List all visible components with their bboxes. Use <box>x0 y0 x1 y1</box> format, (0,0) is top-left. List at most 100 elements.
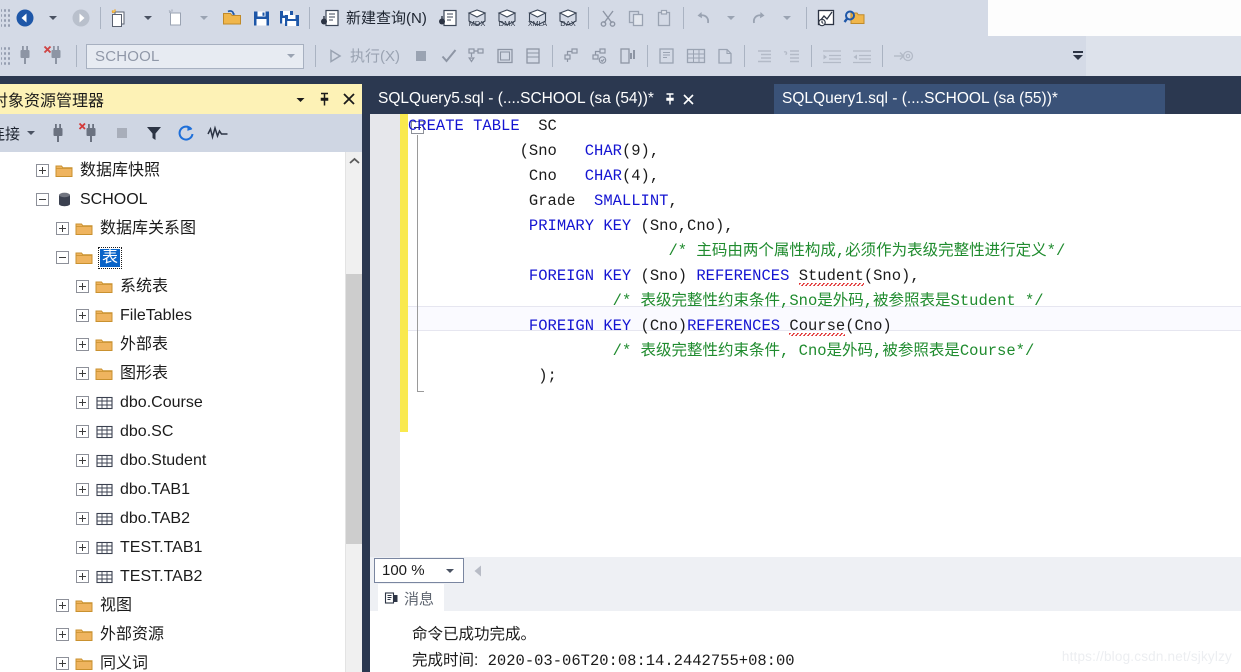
navigate-back-button[interactable] <box>11 3 39 33</box>
tree-node[interactable]: 数据库关系图 <box>0 214 332 243</box>
tree-node[interactable]: FileTables <box>0 301 332 330</box>
tab-sqlquery5[interactable]: SQLQuery5.sql - (....SCHOOL (sa (54))* <box>370 84 702 114</box>
panel-pin-icon[interactable] <box>318 92 331 107</box>
toolbar-grip[interactable] <box>1 45 10 67</box>
expand-plus-icon[interactable] <box>76 570 89 583</box>
refresh-icon[interactable] <box>171 120 201 146</box>
copy-button[interactable] <box>622 3 650 33</box>
toolbar-grip[interactable] <box>1 7 10 29</box>
expand-plus-icon[interactable] <box>76 280 89 293</box>
results-to-text-button[interactable] <box>653 41 681 71</box>
horizontal-scroll-left-arrow[interactable] <box>472 564 484 578</box>
connect-button[interactable] <box>11 41 39 71</box>
activity-monitor-button[interactable] <box>812 3 840 33</box>
stop-button[interactable] <box>407 41 435 71</box>
include-live-stats-button[interactable] <box>586 41 614 71</box>
tree-node[interactable]: 同义词 <box>0 649 332 672</box>
tree-node[interactable]: SCHOOL <box>0 185 332 214</box>
tree-node[interactable]: TEST.TAB2 <box>0 562 332 591</box>
parse-button[interactable] <box>435 41 463 71</box>
new-project-button[interactable] <box>106 3 134 33</box>
expand-plus-icon[interactable] <box>76 425 89 438</box>
redo-dropdown[interactable] <box>773 3 801 33</box>
tree-node[interactable]: dbo.TAB2 <box>0 504 332 533</box>
new-xmla-query-button[interactable]: XMLA <box>522 3 553 33</box>
tree-node[interactable]: dbo.Course <box>0 388 332 417</box>
expand-plus-icon[interactable] <box>76 309 89 322</box>
tab-close-icon[interactable] <box>680 88 698 110</box>
expand-plus-icon[interactable] <box>56 222 69 235</box>
tree-node[interactable]: 外部资源 <box>0 620 332 649</box>
scrollbar-up-arrow[interactable] <box>346 152 362 169</box>
new-dmx-query-button[interactable]: DMX <box>492 3 522 33</box>
filter-icon[interactable] <box>139 120 169 146</box>
navigate-back-dropdown[interactable] <box>39 3 67 33</box>
find-button[interactable] <box>840 3 870 33</box>
redo-button[interactable] <box>745 3 773 33</box>
expand-plus-icon[interactable] <box>76 541 89 554</box>
decrease-indent-button[interactable] <box>817 41 847 71</box>
expand-plus-icon[interactable] <box>56 599 69 612</box>
include-actual-plan-button[interactable] <box>558 41 586 71</box>
results-to-file-button[interactable] <box>711 41 739 71</box>
save-button[interactable] <box>247 3 275 33</box>
expand-plus-icon[interactable] <box>76 454 89 467</box>
navigate-forward-button[interactable] <box>67 3 95 33</box>
new-project-dropdown[interactable] <box>134 3 162 33</box>
expand-plus-icon[interactable] <box>76 396 89 409</box>
query-options-button[interactable] <box>491 41 519 71</box>
open-file-button[interactable] <box>218 3 247 33</box>
new-item-dropdown[interactable] <box>190 3 218 33</box>
expand-plus-icon[interactable] <box>56 657 69 670</box>
tab-pin-icon[interactable] <box>662 88 680 110</box>
include-client-stats-button[interactable] <box>614 41 642 71</box>
expand-plus-icon[interactable] <box>76 483 89 496</box>
disconnect-object-explorer-icon[interactable] <box>75 120 105 146</box>
stop-action-icon[interactable] <box>107 120 137 146</box>
collapse-minus-icon[interactable] <box>56 251 69 264</box>
save-all-button[interactable] <box>275 3 304 33</box>
expand-plus-icon[interactable] <box>76 512 89 525</box>
cut-button[interactable] <box>594 3 622 33</box>
sql-code-editor[interactable]: CREATE TABLE SC (Sno CHAR(9), Cno CHAR(4… <box>370 114 1241 557</box>
database-dropdown[interactable]: SCHOOL <box>86 43 304 69</box>
toolbar-overflow-button[interactable] <box>1070 44 1086 66</box>
activity-monitor-icon[interactable] <box>203 120 233 146</box>
expand-plus-icon[interactable] <box>76 367 89 380</box>
tab-sqlquery1[interactable]: SQLQuery1.sql - (....SCHOOL (sa (55))* <box>774 84 1165 114</box>
specify-values-button[interactable] <box>888 41 918 71</box>
tree-node[interactable]: 数据库快照 <box>0 156 332 185</box>
tree-node[interactable]: 外部表 <box>0 330 332 359</box>
new-mdx-query-button[interactable]: MDX <box>462 3 492 33</box>
object-explorer-scrollbar[interactable] <box>345 152 362 672</box>
new-query-button[interactable]: 新建查询(N) <box>315 3 434 33</box>
undo-button[interactable] <box>689 3 717 33</box>
expand-plus-icon[interactable] <box>76 338 89 351</box>
disconnect-button[interactable] <box>39 41 71 71</box>
new-dax-query-button[interactable]: DAX <box>553 3 583 33</box>
tree-node[interactable]: 图形表 <box>0 359 332 388</box>
comment-button[interactable] <box>750 41 778 71</box>
editor-zoom-dropdown[interactable]: 100 % <box>374 558 464 583</box>
new-item-button[interactable] <box>162 3 190 33</box>
new-query-with-connection-button[interactable] <box>434 3 462 33</box>
increase-indent-button[interactable] <box>847 41 877 71</box>
tree-node[interactable]: dbo.SC <box>0 417 332 446</box>
collapse-minus-icon[interactable] <box>36 193 49 206</box>
scrollbar-thumb[interactable] <box>346 274 362 544</box>
tree-node[interactable]: 视图 <box>0 591 332 620</box>
expand-plus-icon[interactable] <box>36 164 49 177</box>
editor-indicator-margin[interactable] <box>370 114 400 557</box>
panel-dropdown-icon[interactable] <box>294 93 307 106</box>
display-estimated-plan-button[interactable] <box>463 41 491 71</box>
tab-messages[interactable]: 消息 <box>378 584 445 612</box>
panel-close-icon[interactable] <box>342 92 356 106</box>
results-to-grid-button[interactable] <box>519 41 547 71</box>
execute-button[interactable]: 执行(X) <box>321 41 407 71</box>
results-to-grid2-button[interactable] <box>681 41 711 71</box>
tree-node[interactable]: dbo.TAB1 <box>0 475 332 504</box>
paste-button[interactable] <box>650 3 678 33</box>
expand-plus-icon[interactable] <box>56 628 69 641</box>
connect-object-explorer-icon[interactable] <box>43 120 73 146</box>
tree-node[interactable]: TEST.TAB1 <box>0 533 332 562</box>
